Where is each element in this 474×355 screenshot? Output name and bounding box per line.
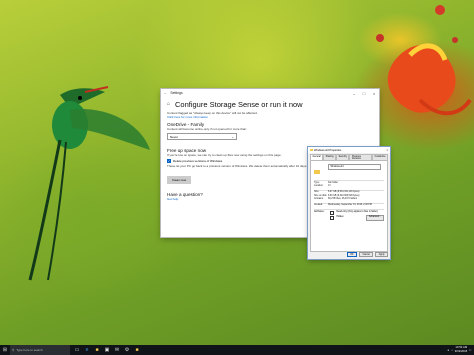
folder-icon: [314, 169, 320, 174]
clean-now-button[interactable]: Clean now: [167, 176, 192, 184]
properties-titlebar[interactable]: Windows.old Properties ×: [308, 147, 390, 153]
hidden-attribute-row[interactable]: Hidden Advanced...: [311, 214, 387, 221]
close-icon[interactable]: ×: [369, 89, 379, 97]
ok-button[interactable]: OK: [346, 252, 358, 257]
search-icon: ⚲: [12, 348, 15, 352]
close-icon[interactable]: ×: [384, 149, 390, 152]
task-view-icon[interactable]: ▭: [72, 345, 82, 355]
property-row: Location: C:\: [314, 185, 331, 188]
onedrive-dropdown-value: Never: [170, 134, 179, 139]
volume-icon[interactable]: ♪: [451, 348, 453, 352]
back-arrow-icon[interactable]: ←: [164, 91, 167, 95]
settings-window-title: Settings: [170, 91, 183, 95]
taskbar: ⊞ ⚲ Type here to search ▭ e ■ ▣ ✉ ⚙ ■ ● …: [0, 345, 474, 355]
info-link[interactable]: Click here for more information: [167, 115, 379, 119]
clock[interactable]: 10:53 AM 9/19/2018: [455, 346, 467, 353]
cancel-button[interactable]: Cancel: [359, 252, 374, 257]
home-icon[interactable]: ⌂: [167, 102, 172, 107]
onedrive-dropdown[interactable]: Never ⌄: [167, 133, 237, 140]
apply-button[interactable]: Apply: [375, 252, 388, 257]
minimize-icon[interactable]: –: [349, 89, 359, 97]
mail-icon[interactable]: ✉: [112, 345, 122, 355]
notification-icon[interactable]: □: [469, 348, 471, 352]
delete-previous-label: Delete previous versions of Windows: [173, 159, 223, 163]
folder-name-field[interactable]: Windows.old: [328, 164, 382, 170]
settings-titlebar[interactable]: ← Settings – □ ×: [161, 89, 379, 97]
delete-previous-checkbox[interactable]: ✓: [167, 159, 171, 163]
clock-date: 9/19/2018: [454, 349, 468, 353]
advanced-button[interactable]: Advanced...: [365, 214, 384, 221]
general-pane: Windows.old Type: File folder Location: C:…: [310, 160, 388, 252]
taskbar-search-box[interactable]: ⚲ Type here to search: [10, 345, 70, 355]
page-title: Configure Storage Sense or run it now: [175, 100, 303, 109]
hidden-checkbox[interactable]: [330, 215, 335, 220]
onedrive-description: Content will become online-only if not o…: [167, 127, 248, 131]
edge-icon[interactable]: e: [82, 345, 92, 355]
folder-icon: [310, 148, 313, 152]
hidden-label: Hidden: [336, 215, 344, 218]
properties-title: Windows.old Properties: [314, 148, 342, 152]
divider: [314, 209, 384, 210]
properties-dialog: Windows.old Properties × General Sharing…: [308, 147, 390, 259]
property-row: Contains: 60,278 Files, 26,247 Folders: [314, 198, 358, 201]
chevron-down-icon: ⌄: [231, 134, 234, 139]
settings-gear-icon[interactable]: ⚙: [122, 345, 132, 355]
search-placeholder: Type here to search: [16, 348, 43, 352]
divider: [314, 180, 384, 181]
network-icon[interactable]: ●: [447, 348, 449, 352]
maximize-icon[interactable]: □: [359, 89, 369, 97]
store-icon[interactable]: ▣: [102, 345, 112, 355]
windows-start-icon[interactable]: ⊞: [0, 345, 10, 355]
created-row: Created: Wednesday, September 19, 2018, 2…: [314, 204, 372, 207]
readonly-checkbox[interactable]: [330, 210, 335, 215]
attributes-label: Attributes:: [314, 210, 325, 213]
file-explorer-icon[interactable]: ■: [92, 345, 102, 355]
folder-taskbar-icon[interactable]: ■: [132, 345, 142, 355]
